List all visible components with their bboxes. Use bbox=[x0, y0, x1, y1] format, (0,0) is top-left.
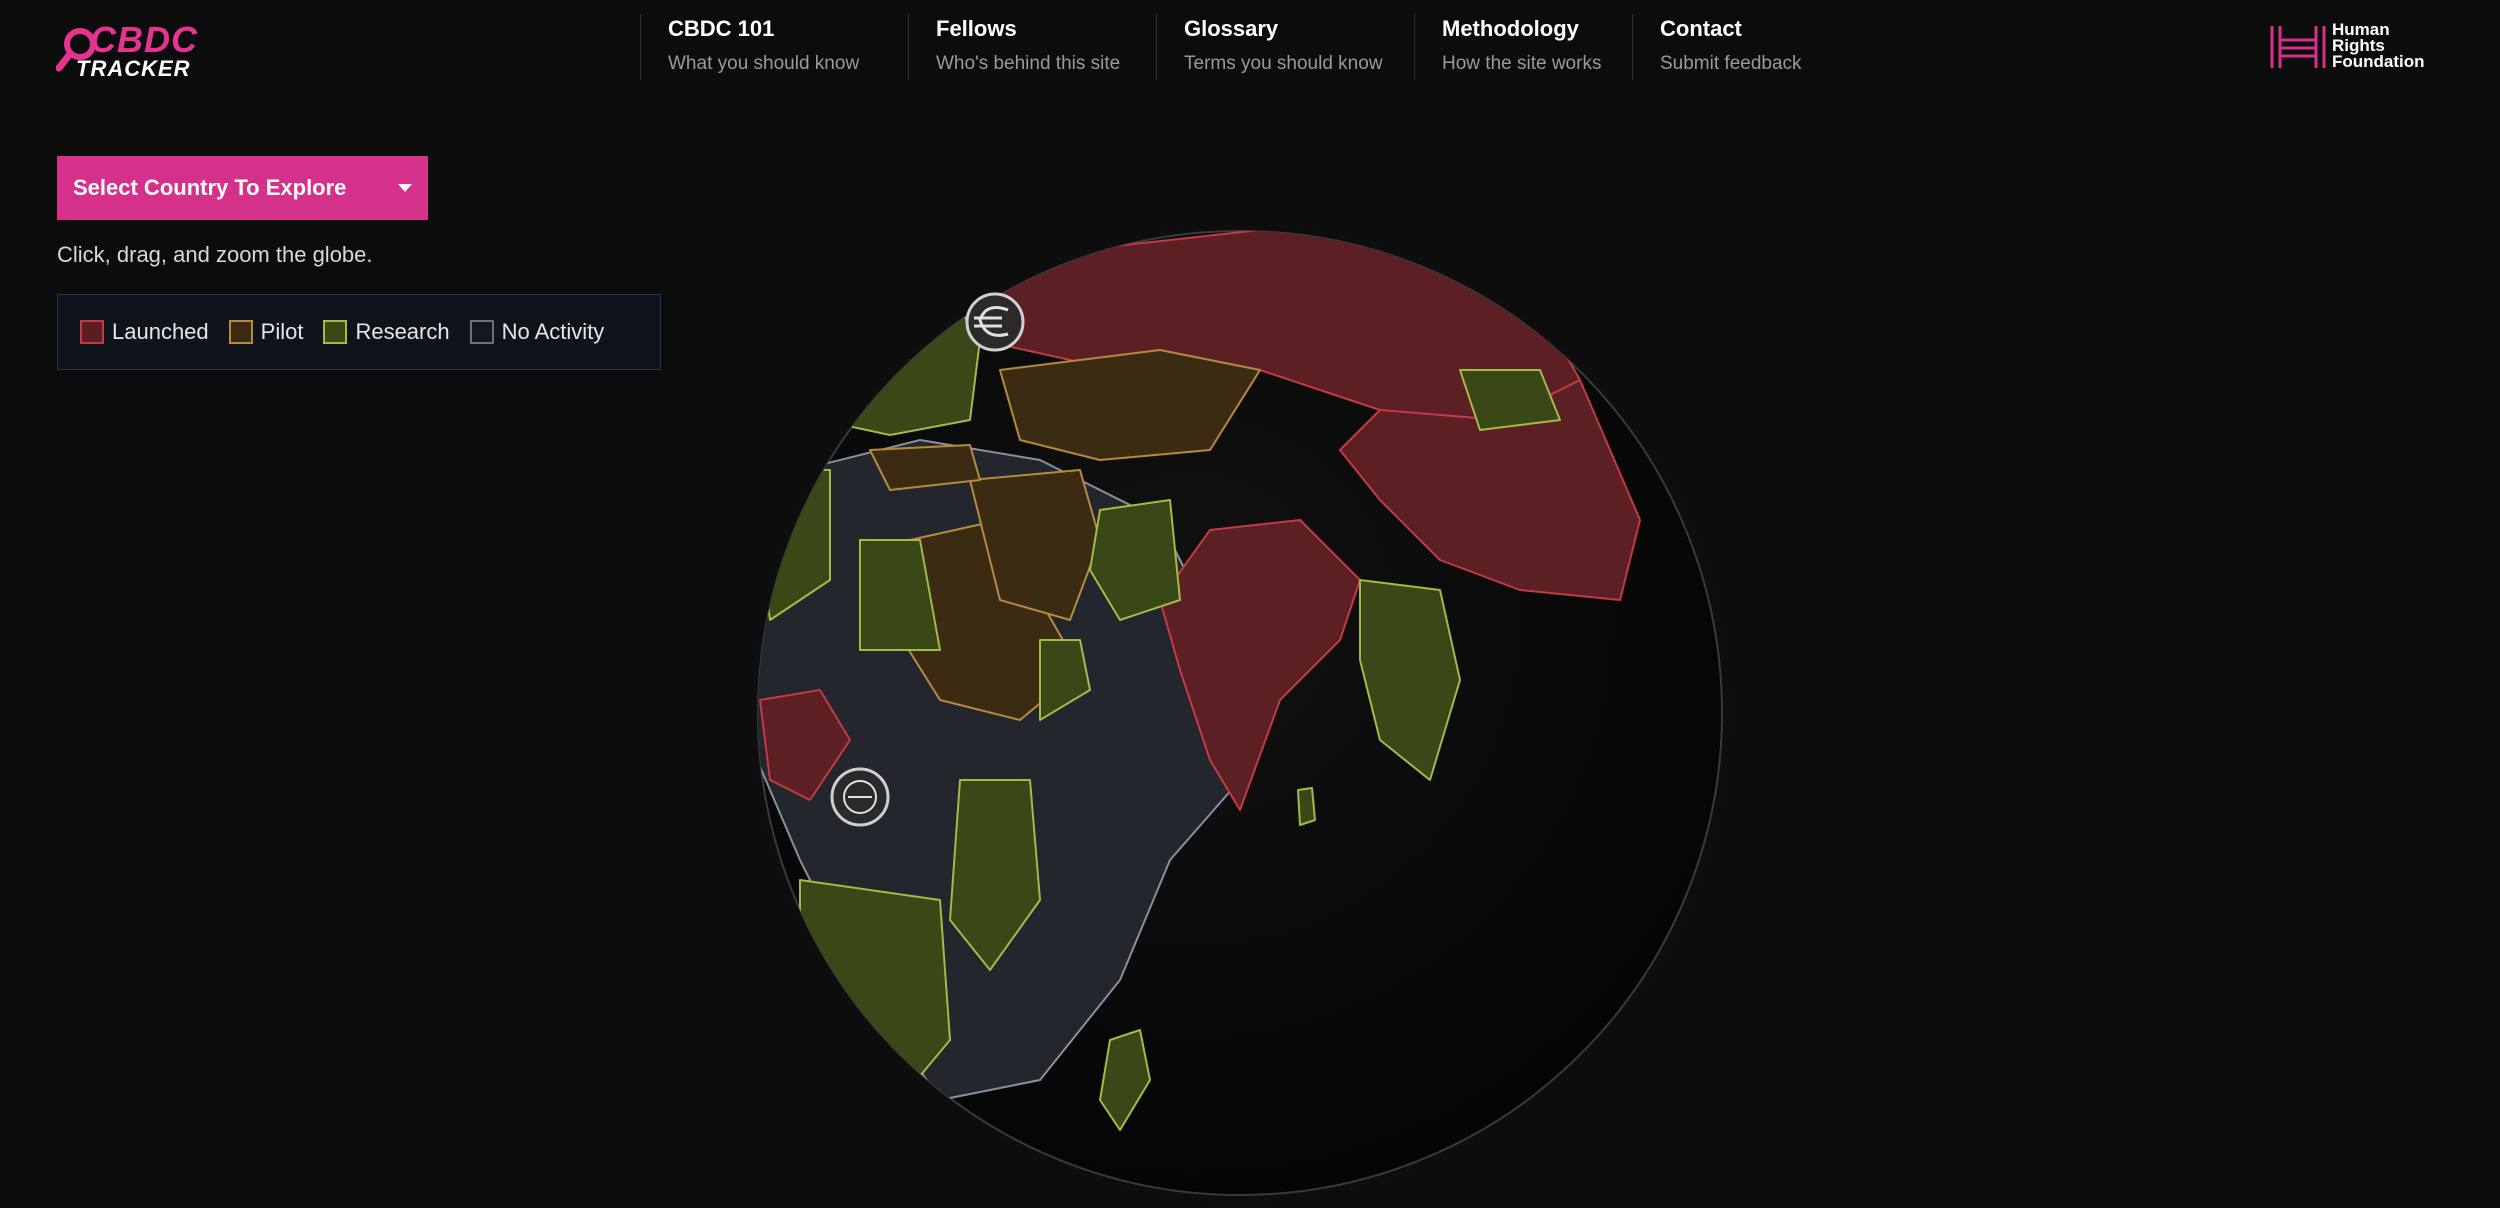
euro-coin-icon[interactable] bbox=[965, 292, 1025, 352]
legend-item-research[interactable]: Research bbox=[323, 319, 450, 345]
nav-subtitle: What you should know bbox=[668, 53, 860, 74]
hrf-emblem-icon bbox=[2270, 26, 2326, 68]
nav-item-cbdc-101[interactable]: CBDC 101 What you should know bbox=[640, 14, 908, 80]
nav-subtitle: Submit feedback bbox=[1660, 53, 1802, 74]
nav-subtitle: Who's behind this site bbox=[936, 53, 1121, 74]
legend-swatch-launched bbox=[80, 320, 104, 344]
nav-title: Contact bbox=[1660, 16, 1742, 41]
nav-subtitle: Terms you should know bbox=[1184, 53, 1383, 74]
region-sri-lanka[interactable] bbox=[1297, 787, 1316, 826]
nav-title: CBDC 101 bbox=[668, 16, 775, 41]
nav-title: Fellows bbox=[936, 16, 1017, 41]
legend-swatch-research bbox=[323, 320, 348, 344]
legend-item-pilot[interactable]: Pilot bbox=[228, 319, 304, 345]
hrf-text-line3: Foundation bbox=[2332, 52, 2425, 71]
interactive-globe[interactable] bbox=[740, 220, 1750, 1208]
nav-subtitle: How the site works bbox=[1442, 53, 1602, 74]
legend-swatch-no-activity bbox=[469, 320, 494, 344]
nav-item-contact[interactable]: Contact Submit feedback bbox=[1632, 14, 1860, 80]
legend: Launched Pilot Research No Activity bbox=[57, 294, 661, 370]
logo-text-cbdc: CBDC bbox=[90, 19, 198, 60]
select-country-dropdown[interactable]: Select Country To Explore bbox=[57, 156, 428, 220]
main-nav: CBDC 101 What you should know Fellows Wh… bbox=[640, 14, 1860, 80]
legend-item-launched[interactable]: Launched bbox=[80, 319, 209, 345]
legend-label: Launched bbox=[112, 319, 209, 344]
currency-coin-icon[interactable] bbox=[830, 767, 890, 827]
legend-label: Research bbox=[355, 319, 450, 344]
nav-item-methodology[interactable]: Methodology How the site works bbox=[1414, 14, 1632, 80]
logo-text-tracker: TRACKER bbox=[76, 56, 191, 81]
nav-item-fellows[interactable]: Fellows Who's behind this site bbox=[908, 14, 1156, 80]
legend-label: No Activity bbox=[501, 319, 605, 344]
chevron-down-icon bbox=[398, 184, 412, 192]
nav-item-glossary[interactable]: Glossary Terms you should know bbox=[1156, 14, 1414, 80]
legend-label: Pilot bbox=[260, 319, 304, 344]
nav-title: Glossary bbox=[1184, 16, 1279, 41]
select-country-label: Select Country To Explore bbox=[73, 175, 347, 200]
legend-swatch-pilot bbox=[228, 320, 253, 344]
legend-item-no-activity[interactable]: No Activity bbox=[469, 319, 605, 345]
cbdc-tracker-logo[interactable]: CBDC TRACKER bbox=[56, 20, 197, 81]
nav-title: Methodology bbox=[1442, 16, 1579, 41]
globe-hint-text: Click, drag, and zoom the globe. bbox=[57, 242, 373, 267]
